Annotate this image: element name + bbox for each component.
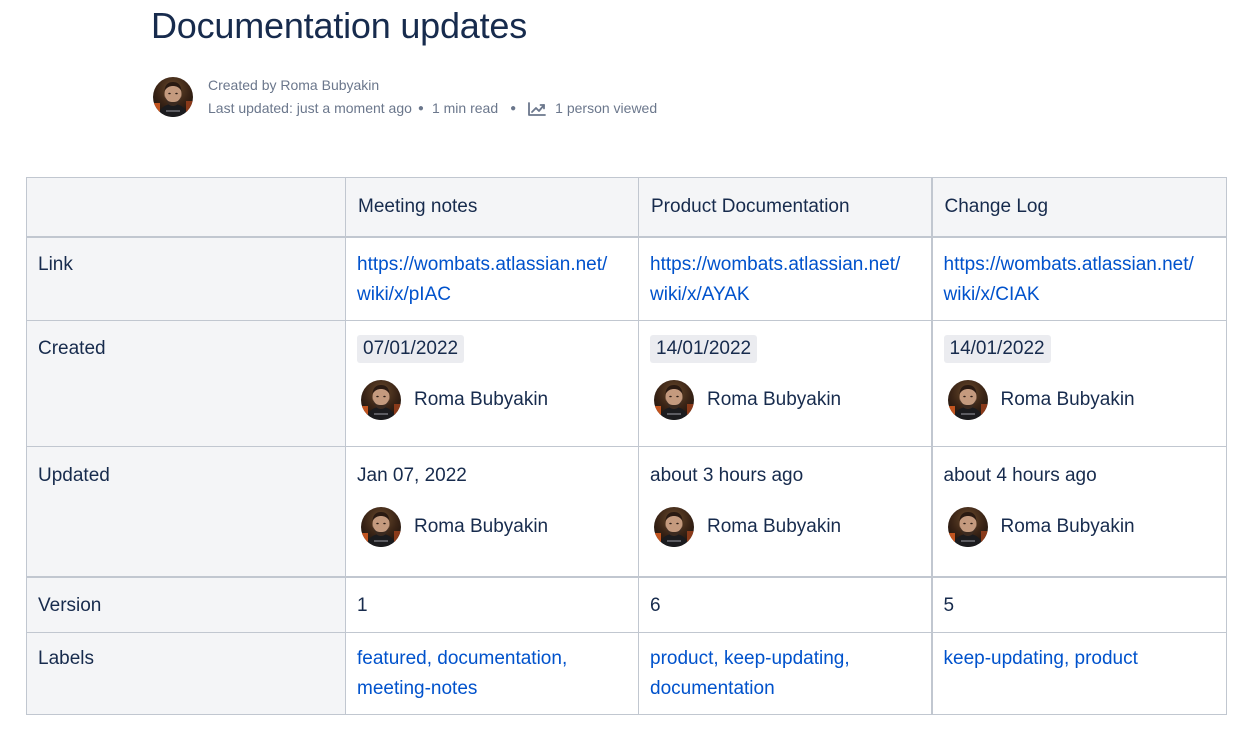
table-row: Created 07/01/2022 Roma Bubyakin 14/01/2… (26, 320, 1227, 447)
labels-list: keep-updating, product (943, 648, 1138, 669)
created-date-lozenge: 07/01/2022 (357, 335, 465, 363)
table-row: Updated Jan 07, 2022 Roma Bubyakin about… (26, 446, 1227, 578)
user-avatar (654, 380, 694, 420)
read-time-text: 1 min read (431, 100, 499, 116)
user-mention[interactable]: Roma Bubyakin (654, 380, 921, 420)
last-updated-text[interactable]: Last updated: just a moment ago (208, 97, 412, 120)
column-header: Product Documentation (638, 177, 932, 238)
separator-dot: ● (510, 103, 517, 114)
table-corner-cell (26, 177, 346, 238)
created-by-text[interactable]: Created by Roma Bubyakin (208, 74, 657, 97)
user-mention[interactable]: Roma Bubyakin (948, 507, 1217, 547)
updated-time-text: Jan 07, 2022 (357, 465, 467, 486)
column-header: Meeting notes (345, 177, 639, 238)
version-value: 1 (357, 595, 368, 616)
row-header: Version (38, 595, 102, 616)
user-name[interactable]: Roma Bubyakin (1001, 385, 1135, 415)
labels-list: product, keep-updating, documentation (650, 648, 850, 699)
label-link[interactable]: product (650, 648, 713, 669)
user-avatar (654, 507, 694, 547)
separator-dot: ● (417, 103, 424, 114)
label-link[interactable]: featured (357, 648, 427, 669)
page-title: Documentation updates (151, 5, 528, 46)
updated-time-text: about 3 hours ago (650, 465, 804, 486)
table-row: Version 1 6 5 (26, 576, 1227, 633)
user-name[interactable]: Roma Bubyakin (707, 512, 841, 542)
user-mention[interactable]: Roma Bubyakin (948, 380, 1217, 420)
user-name[interactable]: Roma Bubyakin (414, 512, 548, 542)
label-link[interactable]: meeting-notes (357, 678, 477, 699)
user-avatar (361, 507, 401, 547)
user-avatar (948, 507, 988, 547)
byline-text: Created by Roma Bubyakin Last updated: j… (208, 74, 657, 120)
user-name[interactable]: Roma Bubyakin (1001, 512, 1135, 542)
page-link[interactable]: https://wombats.atlassian.net/wiki/x/CIA… (944, 254, 1194, 305)
author-avatar[interactable] (153, 77, 193, 117)
row-header: Link (38, 254, 73, 275)
version-value: 6 (650, 595, 661, 616)
trend-up-icon[interactable] (528, 101, 547, 116)
label-link[interactable]: keep-updating (724, 648, 844, 669)
row-header: Labels (38, 648, 94, 669)
label-link[interactable]: product (1075, 648, 1138, 669)
column-header: Change Log (930, 177, 1227, 238)
label-link[interactable]: documentation (650, 678, 775, 699)
page-link[interactable]: https://wombats.atlassian.net/wiki/x/pIA… (357, 254, 607, 305)
page-byline: Created by Roma Bubyakin Last updated: j… (153, 74, 657, 120)
row-header: Created (38, 338, 106, 359)
user-name[interactable]: Roma Bubyakin (414, 385, 548, 415)
label-link[interactable]: keep-updating (944, 648, 1064, 669)
user-mention[interactable]: Roma Bubyakin (361, 380, 628, 420)
page-link[interactable]: https://wombats.atlassian.net/wiki/x/AYA… (650, 254, 900, 305)
created-date-lozenge: 14/01/2022 (943, 335, 1051, 363)
version-value: 5 (943, 595, 955, 616)
table-header-row: Meeting notes Product Documentation Chan… (26, 177, 1227, 238)
documentation-table: Meeting notes Product Documentation Chan… (26, 177, 1227, 715)
user-mention[interactable]: Roma Bubyakin (654, 507, 921, 547)
user-mention[interactable]: Roma Bubyakin (361, 507, 628, 547)
row-header: Updated (38, 465, 110, 486)
user-avatar (948, 380, 988, 420)
user-name[interactable]: Roma Bubyakin (707, 385, 841, 415)
user-avatar (361, 380, 401, 420)
label-link[interactable]: documentation (437, 648, 562, 669)
labels-list: featured, documentation, meeting-notes (357, 648, 568, 699)
table-row: Link https://wombats.atlassian.net/wiki/… (26, 236, 1227, 321)
updated-time-text: about 4 hours ago (943, 465, 1097, 486)
created-date-lozenge: 14/01/2022 (650, 335, 758, 363)
byline-meta: Last updated: just a moment ago ● 1 min … (208, 97, 657, 120)
views-count-text[interactable]: 1 person viewed (555, 97, 657, 120)
table-row: Labels featured, documentation, meeting-n… (26, 632, 1227, 715)
